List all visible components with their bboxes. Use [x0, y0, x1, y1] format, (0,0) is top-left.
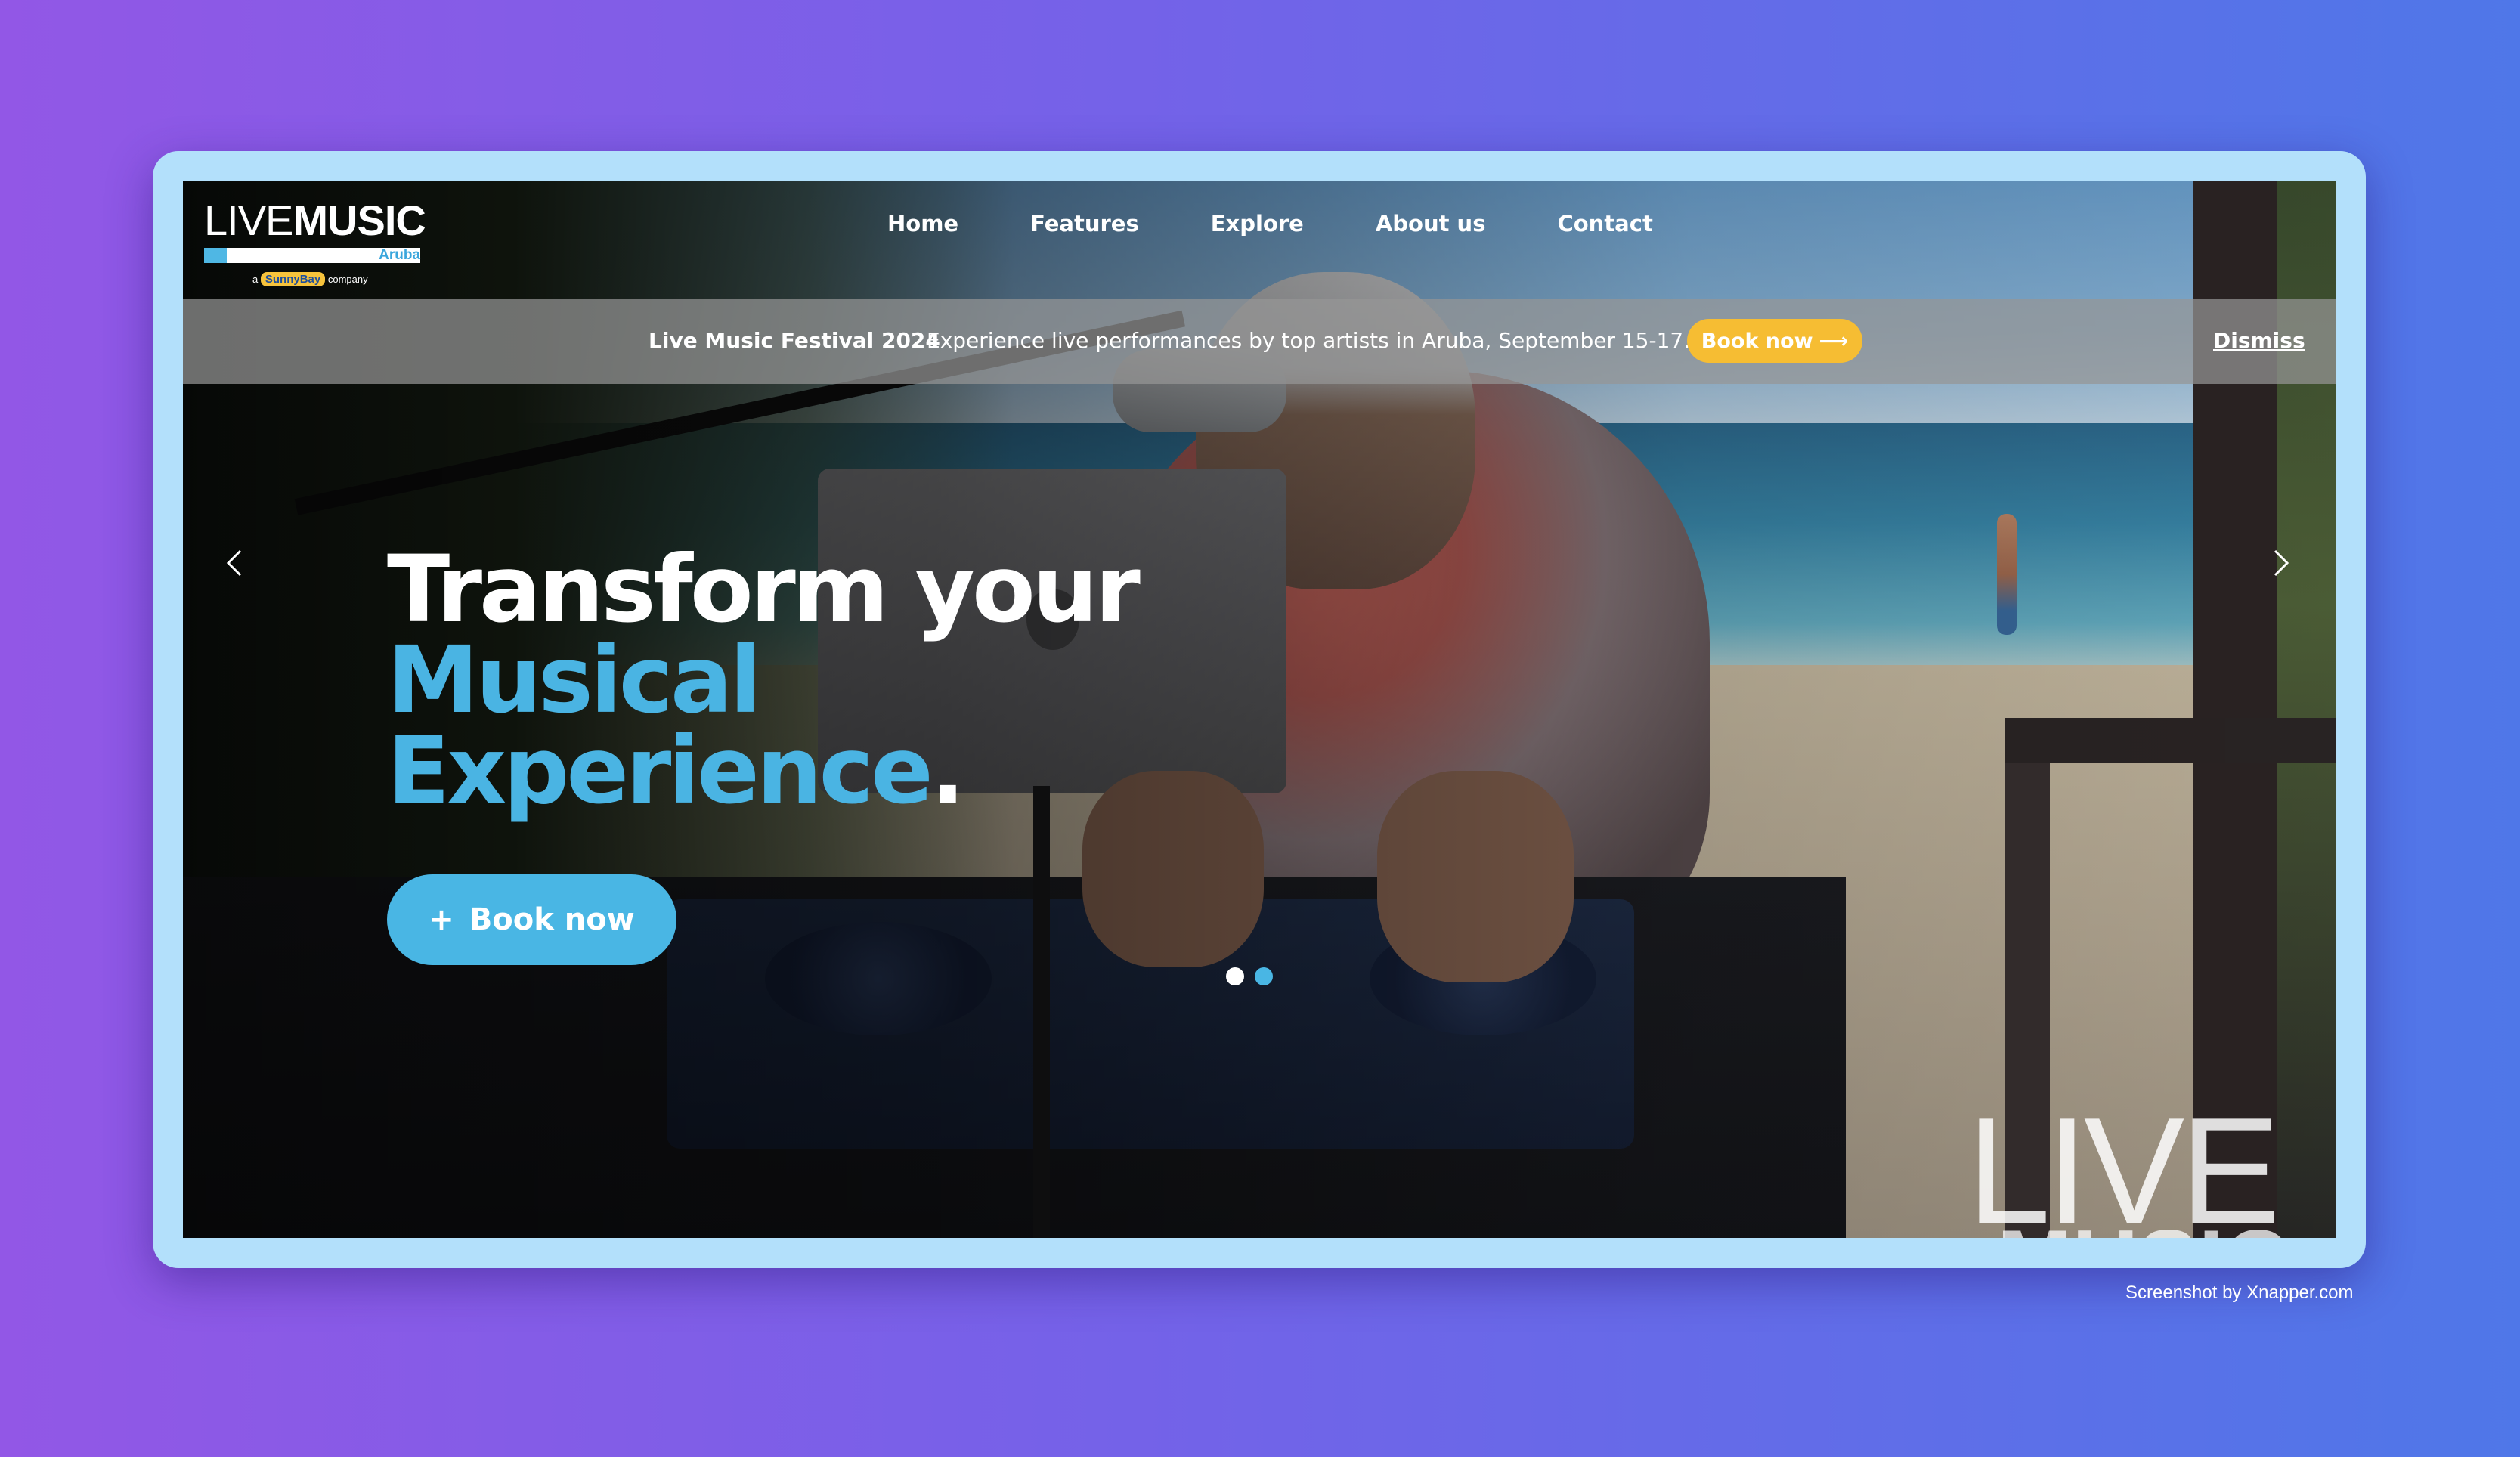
nav-item-explore[interactable]: Explore: [1211, 211, 1304, 237]
browser-frame: LIVE MUSIC LIVEMUSIC Aruba a SunnyBay co…: [153, 151, 2366, 1268]
site-logo[interactable]: LIVEMUSIC Aruba a SunnyBay company: [204, 200, 431, 289]
banner-cta-label: Book now: [1701, 329, 1813, 353]
page-viewport: LIVE MUSIC LIVEMUSIC Aruba a SunnyBay co…: [183, 181, 2336, 1238]
arrow-right-icon: ⟶: [1819, 329, 1849, 353]
carousel-prev-button[interactable]: [219, 544, 249, 582]
nav-item-features[interactable]: Features: [1030, 211, 1139, 237]
nav-item-home[interactable]: Home: [887, 211, 958, 237]
logo-bar-accent: [204, 248, 227, 263]
logo-company-prefix: a: [252, 274, 259, 285]
chevron-left-icon: [226, 549, 242, 577]
carousel-next-button[interactable]: [2266, 544, 2296, 582]
logo-subtitle: Aruba: [379, 247, 420, 263]
main-nav: Home Features Explore About us Contact: [887, 203, 1725, 245]
logo-word-music: MUSIC: [293, 196, 426, 244]
banner-text: Experience live performances by top arti…: [927, 328, 1691, 353]
hero-line-3: Experience: [387, 717, 933, 824]
logo-wordmark: LIVEMUSIC: [204, 200, 431, 242]
hero-book-now-button[interactable]: + Book now: [387, 874, 676, 965]
carousel-dot-2[interactable]: [1255, 967, 1273, 985]
video-watermark-2: MUSIC: [1997, 1217, 2289, 1238]
chevron-right-icon: [2274, 549, 2289, 577]
screenshot-credit: Screenshot by Xnapper.com: [2125, 1282, 2354, 1303]
banner-book-now-button[interactable]: Book now ⟶: [1687, 319, 1862, 363]
logo-word-live: LIVE: [204, 196, 293, 244]
sunnybay-logo: SunnyBay: [260, 272, 326, 286]
logo-company-line: a SunnyBay company: [252, 272, 368, 286]
carousel-dot-1[interactable]: [1226, 967, 1244, 985]
carousel-indicators: [1226, 967, 1273, 985]
hero-book-now-label: Book now: [469, 902, 635, 937]
hero-headline: Transform your Musical Experience.: [387, 543, 1141, 817]
hero-line-3-dot: .: [930, 717, 965, 824]
nav-item-contact[interactable]: Contact: [1557, 211, 1652, 237]
banner-title: Live Music Festival 2024: [649, 328, 940, 353]
plus-icon: +: [429, 902, 454, 937]
nav-item-about-us[interactable]: About us: [1376, 211, 1486, 237]
announcement-banner: Live Music Festival 2024 Experience live…: [183, 299, 2336, 384]
logo-company-suffix: company: [327, 274, 368, 285]
banner-dismiss-link[interactable]: Dismiss: [2213, 328, 2305, 353]
